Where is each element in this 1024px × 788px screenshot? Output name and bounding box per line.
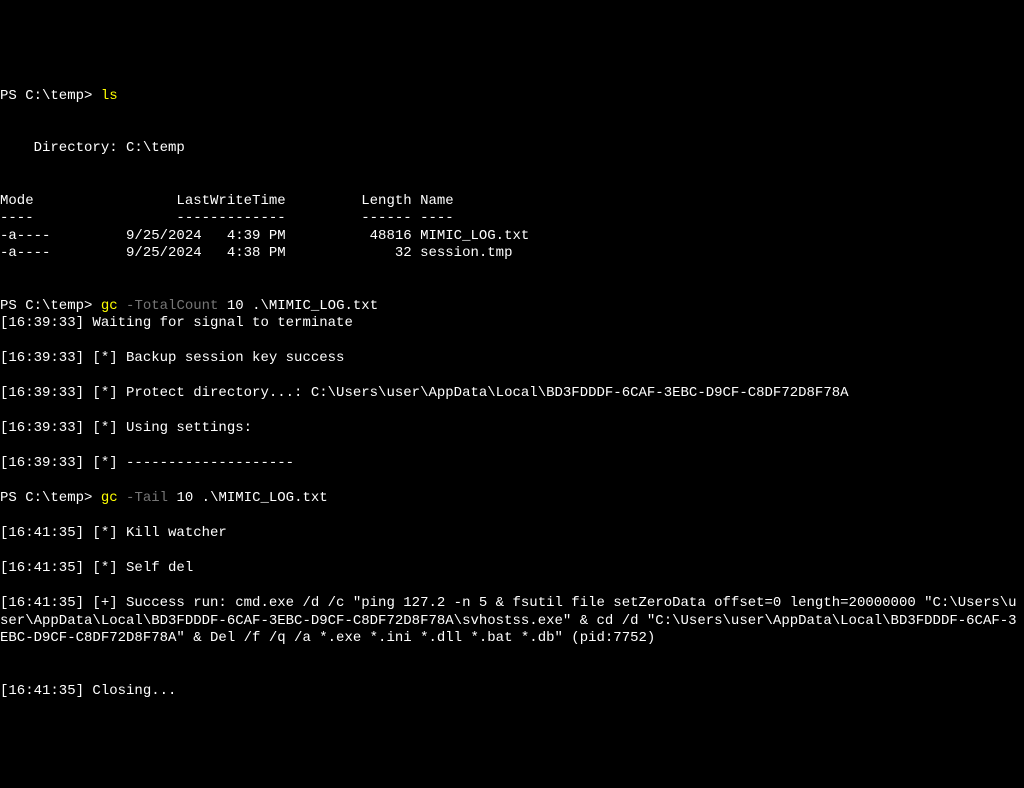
prompt: PS C:\temp>: [0, 88, 101, 104]
file-row: -a---- 9/25/2024 4:38 PM 32 session.tmp: [0, 245, 512, 261]
command-gc: gc: [101, 298, 118, 314]
log-line: [16:39:33] Waiting for signal to termina…: [0, 315, 353, 331]
log-line: [16:41:35] [*] Kill watcher: [0, 525, 227, 541]
table-header: Mode LastWriteTime Length Name: [0, 193, 454, 209]
log-line: [16:39:33] [*] Using settings:: [0, 420, 252, 436]
command-args: 10 .\MIMIC_LOG.txt: [218, 298, 378, 314]
prompt: PS C:\temp>: [0, 298, 101, 314]
table-divider: ---- ------------- ------ ----: [0, 210, 454, 226]
terminal-output[interactable]: PS C:\temp> ls Directory: C:\temp Mode L…: [0, 70, 1024, 700]
log-line: [16:41:35] Closing...: [0, 683, 176, 699]
log-line: [16:39:33] [*] Backup session key succes…: [0, 350, 344, 366]
command-gc: gc: [101, 490, 118, 506]
directory-header: Directory: C:\temp: [0, 140, 185, 156]
log-line: [16:39:33] [*] --------------------: [0, 455, 294, 471]
command-param: -Tail: [118, 490, 168, 506]
file-row: -a---- 9/25/2024 4:39 PM 48816 MIMIC_LOG…: [0, 228, 529, 244]
command-args: 10 .\MIMIC_LOG.txt: [168, 490, 328, 506]
command: ls: [101, 88, 118, 104]
log-line-multiline: [16:41:35] [+] Success run: cmd.exe /d /…: [0, 595, 1024, 648]
prompt: PS C:\temp>: [0, 490, 101, 506]
log-line: [16:41:35] [*] Self del: [0, 560, 193, 576]
command-param: -TotalCount: [118, 298, 219, 314]
log-line: [16:39:33] [*] Protect directory...: C:\…: [0, 385, 849, 401]
